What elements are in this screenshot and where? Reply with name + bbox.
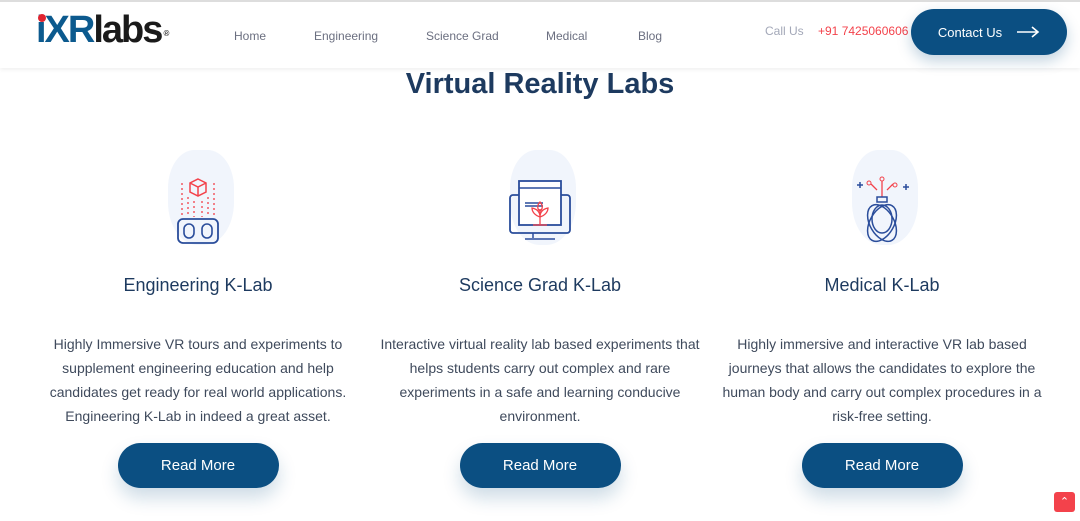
card-description: Highly Immersive VR tours and experiment… — [49, 336, 347, 424]
nav-home[interactable]: Home — [234, 29, 266, 43]
logo[interactable]: iXR labs ® — [36, 9, 169, 51]
card-description: Interactive virtual reality lab based ex… — [380, 336, 700, 424]
read-more-button[interactable]: Read More — [459, 443, 621, 488]
card-title: Medical K-Lab — [824, 275, 940, 295]
nav-medical[interactable]: Medical — [546, 29, 587, 43]
nav-science-grad[interactable]: Science Grad — [426, 29, 499, 43]
header: iXR labs ® Home Engineering Science Grad M… — [0, 0, 1080, 68]
card-title: Engineering K-Lab — [123, 275, 273, 295]
logo-reg: ® — [163, 29, 170, 38]
card-description: Highly immersive and interactive VR lab … — [722, 336, 1042, 424]
read-more-button[interactable]: Read More — [801, 443, 963, 488]
call-us-label: Call Us — [765, 24, 804, 38]
page-title: Virtual Reality Labs — [405, 68, 675, 100]
nav-engineering[interactable]: Engineering — [314, 29, 378, 43]
arrow-right-icon — [1017, 26, 1040, 38]
read-more-button[interactable]: Read More — [117, 443, 279, 488]
scroll-to-top-button[interactable]: ⌃ — [1054, 492, 1075, 512]
card-title: Science Grad K-Lab — [458, 275, 622, 295]
phone-link[interactable]: +91 7425060606 — [818, 24, 908, 38]
card-medical: Medical K-Lab Highly immersive and inter… — [712, 145, 1052, 488]
card-science-grad: Science Grad K-Lab Interactive virtual r… — [370, 145, 710, 488]
card-engineering: Engineering K-Lab Highly Immersive VR to… — [28, 145, 368, 488]
chevron-up-icon: ⌃ — [1059, 496, 1070, 508]
contact-label: Contact Us — [937, 24, 1003, 40]
monitor-plant-icon — [509, 180, 571, 240]
flask-atom-icon — [857, 176, 909, 243]
contact-us-button[interactable]: Contact Us — [911, 9, 1067, 55]
logo-text-labs: labs — [93, 9, 163, 51]
vr-headset-icon — [177, 178, 219, 244]
nav-blog[interactable]: Blog — [638, 29, 662, 43]
